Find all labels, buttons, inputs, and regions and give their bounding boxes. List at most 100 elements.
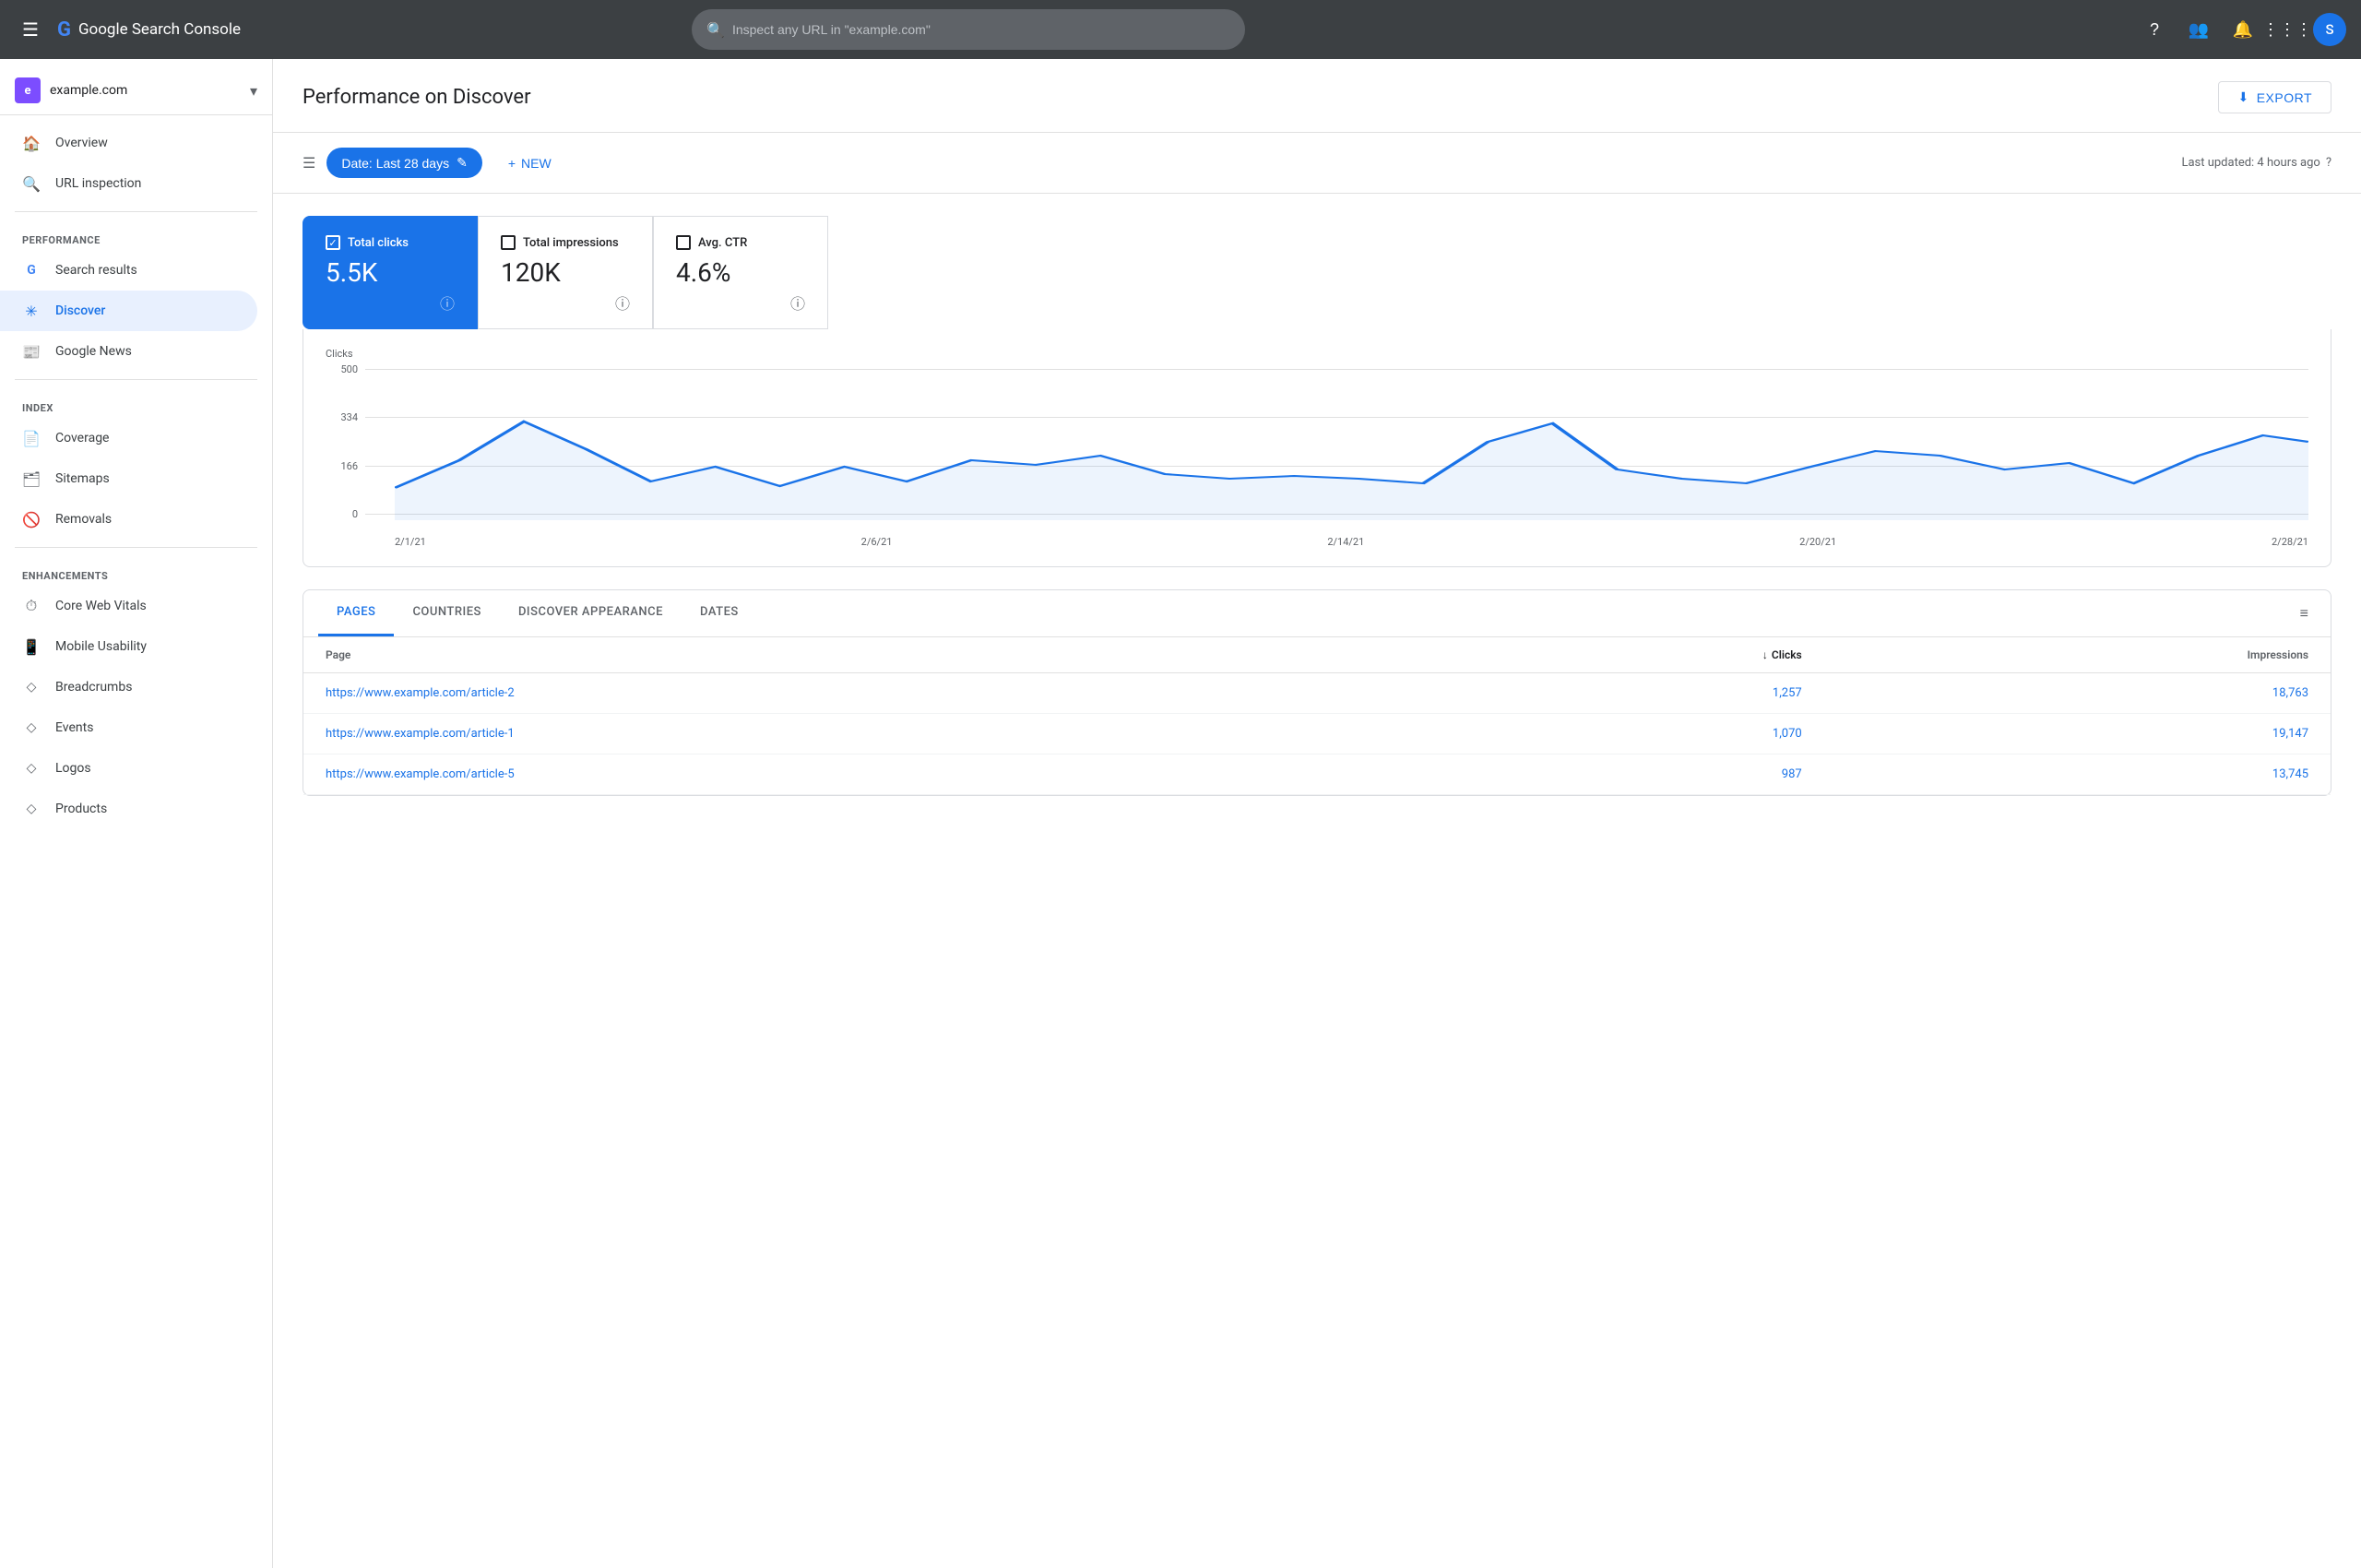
date-filter-label: Date: Last 28 days — [341, 156, 449, 171]
export-icon: ⬇ — [2237, 89, 2248, 105]
products-icon: ◇ — [22, 800, 41, 818]
sidebar-item-label: Mobile Usability — [55, 639, 147, 654]
metric-value-clicks: 5.5K — [326, 257, 455, 288]
search-input[interactable] — [732, 22, 1230, 37]
tab-pages[interactable]: PAGES — [318, 590, 394, 636]
enhancements-section-label: Enhancements — [0, 555, 272, 586]
metric-card-total-clicks[interactable]: Total clicks 5.5K ⓘ — [303, 216, 478, 329]
col-impressions: Impressions — [1824, 637, 2331, 673]
table-filter-icon[interactable]: ≡ — [2293, 597, 2316, 630]
nav-divider-1 — [15, 211, 257, 212]
col-clicks[interactable]: ↓Clicks — [1422, 637, 1824, 673]
sidebar-item-url-inspection[interactable]: 🔍 URL inspection — [0, 163, 257, 204]
nav-icon-group: ? 👥 🔔 ⋮⋮⋮ S — [2136, 11, 2346, 48]
metric-card-total-impressions[interactable]: Total impressions 120K ⓘ — [478, 216, 653, 329]
main-content: Performance on Discover ⬇ EXPORT ☰ Date:… — [273, 59, 2361, 1568]
mobile-icon: 📱 — [22, 637, 41, 656]
table-row: https://www.example.com/article-1 1,070 … — [303, 714, 2331, 754]
site-favicon-letter: e — [24, 84, 30, 98]
chart-svg — [395, 363, 2308, 520]
sidebar-item-logos[interactable]: ◇ Logos — [0, 748, 257, 789]
site-favicon: e — [15, 77, 41, 103]
site-selector[interactable]: e example.com ▾ — [0, 66, 272, 115]
page-header: Performance on Discover ⬇ EXPORT — [273, 59, 2361, 133]
help-icon[interactable]: ? — [2136, 11, 2173, 48]
sort-arrow-icon: ↓ — [1762, 648, 1768, 661]
x-label-5: 2/28/21 — [2272, 536, 2308, 548]
x-label-2: 2/6/21 — [861, 536, 893, 548]
y-label-334: 334 — [326, 411, 358, 423]
notifications-icon[interactable]: 🔔 — [2225, 11, 2261, 48]
tab-dates[interactable]: DATES — [682, 590, 757, 636]
table-tabs: PAGES COUNTRIES DISCOVER APPEARANCE DATE… — [303, 590, 2331, 637]
sidebar-item-core-web-vitals[interactable]: ⏱ Core Web Vitals — [0, 586, 257, 626]
metric-checkbox-clicks — [326, 235, 340, 250]
tab-countries[interactable]: COUNTRIES — [394, 590, 500, 636]
y-label-500: 500 — [326, 363, 358, 375]
sidebar-item-label: Coverage — [55, 431, 109, 445]
news-icon: 📰 — [22, 342, 41, 361]
chart-area: 500 334 166 0 — [326, 363, 2308, 548]
brand-name: Google Search Console — [78, 20, 241, 39]
date-filter-button[interactable]: Date: Last 28 days ✎ — [326, 148, 481, 178]
sidebar-item-coverage[interactable]: 📄 Coverage — [0, 418, 257, 458]
metric-info-icon-impressions[interactable]: ⓘ — [615, 291, 630, 314]
removals-icon: 🚫 — [22, 510, 41, 529]
export-label: EXPORT — [2257, 90, 2312, 105]
core-web-vitals-icon: ⏱ — [22, 597, 41, 615]
sidebar-item-search-results[interactable]: G Search results — [0, 250, 257, 291]
sidebar-item-label: Events — [55, 720, 93, 735]
x-label-3: 2/14/21 — [1327, 536, 1364, 548]
page-link-1[interactable]: https://www.example.com/article-2 — [326, 686, 515, 700]
google-g-icon: G — [57, 18, 71, 42]
search-icon: 🔍 — [22, 174, 41, 193]
sidebar-item-mobile-usability[interactable]: 📱 Mobile Usability — [0, 626, 257, 667]
filter-bar: ☰ Date: Last 28 days ✎ + NEW Last update… — [273, 133, 2361, 194]
sidebar-item-google-news[interactable]: 📰 Google News — [0, 331, 257, 372]
sidebar-item-label: Discover — [55, 303, 105, 318]
sidebar-item-removals[interactable]: 🚫 Removals — [0, 499, 257, 540]
events-icon: ◇ — [22, 719, 41, 737]
cell-impressions-1: 18,763 — [1824, 673, 2331, 714]
sidebar-item-label: Google News — [55, 344, 132, 359]
chart-area-fill — [395, 422, 2308, 520]
metric-label-clicks: Total clicks — [348, 236, 409, 250]
metric-checkbox-impressions — [501, 235, 516, 250]
page-link-2[interactable]: https://www.example.com/article-1 — [326, 727, 515, 741]
sitemaps-icon: 🗂 — [22, 469, 41, 488]
avatar[interactable]: S — [2313, 13, 2346, 46]
sidebar-item-sitemaps[interactable]: 🗂 Sitemaps — [0, 458, 257, 499]
coverage-icon: 📄 — [22, 429, 41, 447]
new-filter-button[interactable]: + NEW — [493, 148, 566, 178]
breadcrumbs-icon: ◇ — [22, 678, 41, 696]
x-label-1: 2/1/21 — [395, 536, 426, 548]
metric-info-icon-clicks[interactable]: ⓘ — [440, 291, 455, 314]
sidebar-item-events[interactable]: ◇ Events — [0, 707, 257, 748]
sidebar-item-label: Overview — [55, 136, 108, 150]
tab-discover-appearance[interactable]: DISCOVER APPEARANCE — [500, 590, 682, 636]
search-bar[interactable]: 🔍 — [692, 9, 1245, 50]
users-icon[interactable]: 👥 — [2180, 11, 2217, 48]
sidebar-item-breadcrumbs[interactable]: ◇ Breadcrumbs — [0, 667, 257, 707]
performance-section-label: Performance — [0, 220, 272, 250]
sidebar-item-products[interactable]: ◇ Products — [0, 789, 257, 829]
metric-value-ctr: 4.6% — [676, 257, 805, 288]
edit-icon: ✎ — [457, 155, 468, 171]
sidebar-item-overview[interactable]: 🏠 Overview — [0, 123, 257, 163]
metric-label-impressions: Total impressions — [523, 236, 619, 250]
sidebar-item-discover[interactable]: ✳ Discover — [0, 291, 257, 331]
sidebar: e example.com ▾ 🏠 Overview 🔍 URL inspect… — [0, 59, 273, 1568]
logos-icon: ◇ — [22, 759, 41, 778]
site-name: example.com — [50, 83, 241, 98]
google-icon: G — [22, 261, 41, 279]
page-link-3[interactable]: https://www.example.com/article-5 — [326, 767, 515, 781]
content-area: Total clicks 5.5K ⓘ Total impressions 12… — [273, 194, 2361, 818]
last-updated-text: Last updated: 4 hours ago — [2181, 156, 2319, 170]
plus-icon: + — [508, 156, 516, 171]
apps-icon[interactable]: ⋮⋮⋮ — [2269, 11, 2306, 48]
hamburger-menu-icon[interactable]: ☰ — [15, 11, 46, 48]
last-updated: Last updated: 4 hours ago ? — [2181, 156, 2331, 170]
metric-info-icon-ctr[interactable]: ⓘ — [790, 291, 805, 314]
metric-card-avg-ctr[interactable]: Avg. CTR 4.6% ⓘ — [653, 216, 828, 329]
export-button[interactable]: ⬇ EXPORT — [2218, 81, 2331, 113]
